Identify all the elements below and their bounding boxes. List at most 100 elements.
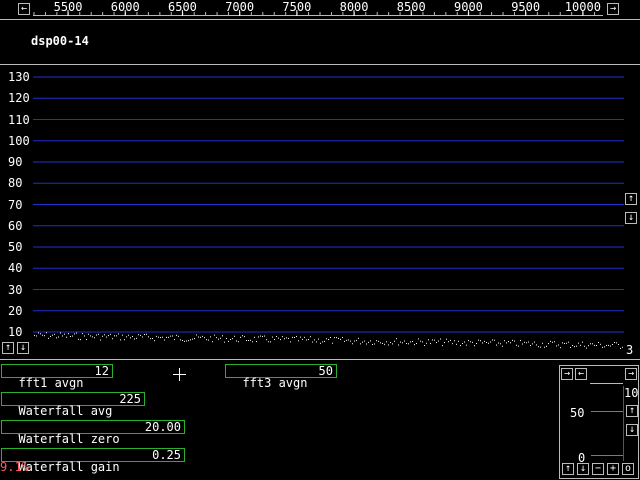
spectrum-trace-point (262, 335, 263, 337)
spectrum-trace-point (276, 335, 277, 337)
smeter-side-up-button[interactable]: ↑ (626, 405, 638, 417)
spectrum-trace-point (594, 344, 595, 346)
spectrum-trace-point (612, 343, 613, 345)
spectrum-trace-point (534, 341, 535, 343)
spectrum-trace-point (464, 341, 465, 343)
smeter-down-button[interactable]: ↓ (577, 463, 589, 475)
spectrum-trace-point (248, 340, 249, 342)
waterfall-avg-field[interactable]: Waterfall avg 225 (1, 392, 145, 417)
spectrum-trace-point (104, 334, 105, 336)
spectrum-y-label: 100 (8, 133, 30, 148)
spectrum-trace-point (94, 337, 95, 339)
spectrum-trace-point (102, 335, 103, 337)
spectrum-trace-point (206, 339, 207, 341)
scale-down-button[interactable]: ↓ (625, 212, 637, 224)
spectrum-trace-point (66, 336, 67, 338)
spectrum-trace-point (364, 340, 365, 342)
spectrum-trace-point (82, 333, 83, 335)
smeter-plus-button[interactable]: + (607, 463, 619, 475)
channel-index: 3 (626, 343, 634, 357)
spectrum-trace-point (76, 332, 77, 334)
smeter-right-button-2[interactable]: → (625, 368, 637, 380)
spectrum-trace-point (550, 340, 551, 342)
spectrum-trace-point (574, 346, 575, 348)
spectrum-trace-point (358, 337, 359, 339)
spectrum-trace-point (128, 334, 129, 336)
ruler-label: 5500 (53, 0, 83, 14)
spectrum-trace-point (450, 339, 451, 341)
spectrum-trace-point (320, 342, 321, 344)
spectrum-trace-point (330, 337, 331, 339)
spectrum-trace-point (254, 336, 255, 338)
pan-down-button[interactable]: ↓ (17, 342, 29, 354)
spectrum-trace-point (420, 340, 421, 342)
pan-up-button[interactable]: ↑ (2, 342, 14, 354)
spectrum-trace-point (298, 340, 299, 342)
smeter-right-button-1[interactable]: → (561, 368, 573, 380)
smeter-o-button[interactable]: o (622, 463, 634, 475)
ruler-label: 7500 (282, 0, 312, 14)
spectrum-trace-point (456, 343, 457, 345)
spectrum-trace-point (62, 335, 63, 337)
spectrum-trace-point (362, 341, 363, 343)
spectrum-trace-point (316, 341, 317, 343)
smeter-left-button[interactable]: ← (575, 368, 587, 380)
spectrum-trace-point (212, 341, 213, 343)
spectrum-trace-point (350, 340, 351, 342)
smeter-side-down-button[interactable]: ↓ (626, 424, 638, 436)
fft3-avgn-field[interactable]: fft3 avgn 50 (225, 364, 337, 389)
spectrum-trace-point (84, 335, 85, 337)
spectrum-trace-point (68, 333, 69, 335)
spectrum-trace-point (598, 341, 599, 343)
smeter-bar (623, 386, 624, 461)
spectrum-trace-point (292, 336, 293, 338)
spectrum-trace-point (470, 341, 471, 343)
spectrum-trace-point (494, 339, 495, 341)
smeter-minus-button[interactable]: − (592, 463, 604, 475)
spectrum-trace-point (60, 332, 61, 334)
spectrum-trace-point (462, 342, 463, 344)
spectrum-trace-point (532, 343, 533, 345)
spectrum-trace-point (266, 339, 267, 341)
spectrum-trace-point (492, 339, 493, 341)
spectrum-trace-point (258, 336, 259, 338)
spectrum-trace-point (192, 338, 193, 340)
spectrum-trace-point (588, 345, 589, 347)
waterfall-avg-value: 225 (119, 392, 141, 406)
waterfall-zero-label: Waterfall zero (18, 432, 120, 446)
spectrum-trace-point (112, 338, 113, 340)
spectrum-trace-point (218, 338, 219, 340)
spectrum-trace-point (348, 339, 349, 341)
spectrum-trace-point (182, 340, 183, 342)
spectrum-trace-point (432, 339, 433, 341)
spectrum-trace-point (184, 340, 185, 342)
spectrum-trace-point (530, 345, 531, 347)
scale-up-button[interactable]: ↑ (625, 193, 637, 205)
spectrum-trace-point (130, 337, 131, 339)
spectrum-y-label: 40 (8, 261, 23, 276)
spectrum-trace-point (228, 340, 229, 342)
spectrum-trace-point (582, 341, 583, 343)
waterfall-zero-field[interactable]: Waterfall zero 20.00 (1, 420, 185, 445)
spectrum-trace-point (148, 336, 149, 338)
spectrum-trace-point (434, 339, 435, 341)
spectrum-trace-point (436, 342, 437, 344)
spectrum-trace-point (560, 347, 561, 349)
smeter-up-button[interactable]: ↑ (562, 463, 574, 475)
spectrum-trace-point (296, 335, 297, 337)
spectrum-trace-point (446, 338, 447, 340)
spectrum-trace-point (64, 333, 65, 335)
fft1-avgn-field[interactable]: fft1 avgn 12 (1, 364, 113, 389)
spectrum-trace-point (70, 336, 71, 338)
spectrum-trace-point (214, 334, 215, 336)
spectrum-trace-point (152, 338, 153, 340)
spectrum-trace-point (124, 339, 125, 341)
spectrum-trace-point (580, 344, 581, 346)
spectrum-trace-point (80, 339, 81, 341)
spectrum-trace-point (134, 338, 135, 340)
spectrum-trace-point (564, 342, 565, 344)
spectrum-trace-point (526, 342, 527, 344)
spectrum-trace-point (474, 345, 475, 347)
spectrum-trace-point (288, 337, 289, 339)
spectrum-trace-point (440, 338, 441, 340)
